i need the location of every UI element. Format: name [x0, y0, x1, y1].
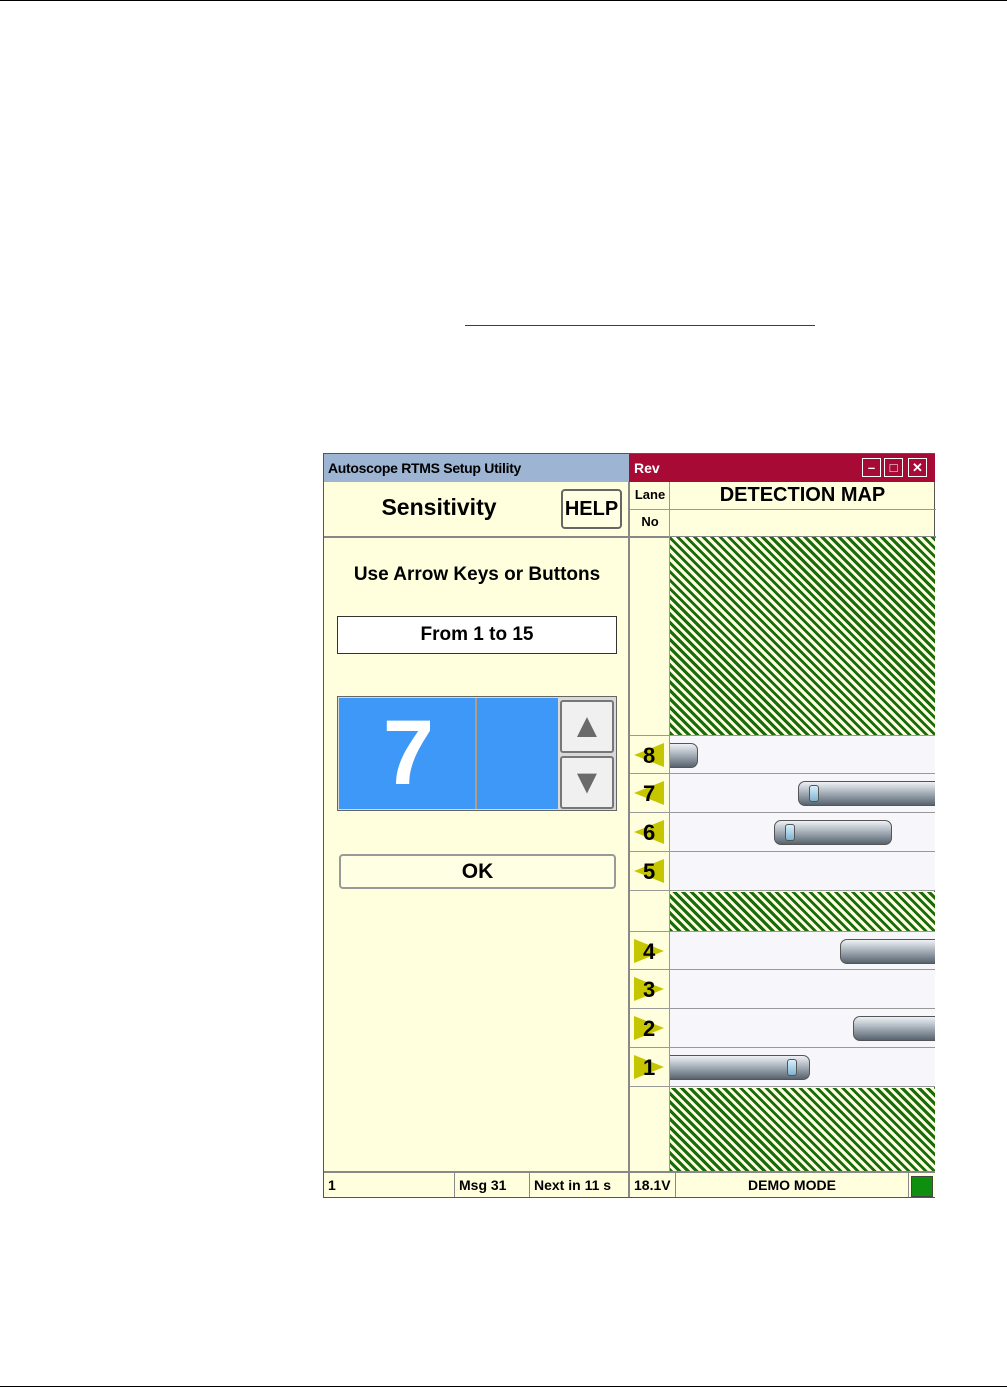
no-header: No	[641, 514, 659, 529]
arrow-down-icon: ▼	[570, 763, 604, 801]
vehicle-icon	[798, 781, 935, 806]
status-message: Msg 31	[455, 1173, 530, 1197]
lane-number: 3	[643, 977, 656, 1002]
lane-number: 7	[643, 781, 656, 806]
lane-row-5	[670, 852, 935, 891]
decrement-button[interactable]: ▼	[560, 756, 614, 809]
page-bottom-rule	[0, 1386, 1007, 1387]
lane-row-2	[670, 1009, 935, 1048]
status-bar: 1 Msg 31 Next in 11 s 18.1V DEMO MODE	[324, 1171, 935, 1197]
hyperlink-underline[interactable]	[465, 325, 815, 326]
hatched-zone-bottom	[670, 1088, 935, 1172]
page-top-rule	[0, 0, 1007, 1]
panel-title: Sensitivity	[381, 494, 497, 520]
status-mode: DEMO MODE	[676, 1173, 909, 1197]
lane-marker-4[interactable]: 4	[630, 931, 670, 970]
lane-marker-7[interactable]: 7	[630, 774, 670, 813]
detection-map-title: DETECTION MAP	[719, 484, 886, 506]
lane-header: Lane	[634, 487, 666, 502]
ok-button[interactable]: OK	[339, 854, 616, 889]
lane-marker-1[interactable]: 1	[630, 1048, 670, 1087]
lane-marker-6[interactable]: 6	[630, 813, 670, 852]
help-button[interactable]: HELP	[561, 489, 622, 529]
lane-row-1	[670, 1048, 935, 1087]
lane-number: 1	[643, 1055, 656, 1080]
range-label: From 1 to 15	[337, 616, 617, 654]
app-title: Autoscope RTMS Setup Utility	[324, 454, 629, 482]
map-header-divider	[630, 509, 936, 510]
instruction-text: Use Arrow Keys or Buttons	[353, 564, 601, 585]
lane-marker-8[interactable]: 8	[630, 735, 670, 774]
sensitivity-value: 7	[382, 702, 435, 804]
maximize-button[interactable]: □	[884, 458, 903, 477]
status-voltage: 18.1V	[630, 1173, 676, 1197]
status-led	[911, 1176, 933, 1197]
lane-marker-5[interactable]: 5	[630, 852, 670, 891]
vehicle-icon	[670, 1055, 810, 1080]
lane-row-8	[670, 735, 935, 774]
minimize-button[interactable]: –	[862, 458, 881, 477]
rtms-setup-window: Autoscope RTMS Setup Utility Rev – □ ✕ S…	[323, 453, 936, 1198]
lane-number: 2	[643, 1016, 656, 1041]
windshield-icon	[809, 785, 819, 802]
lane-number: 6	[643, 820, 656, 845]
lane-number: 4	[643, 939, 656, 964]
lane-row-6	[670, 813, 935, 852]
header-separator	[324, 536, 630, 538]
lane-row-4	[670, 931, 935, 970]
hatched-zone-top	[670, 537, 935, 735]
vehicle-icon	[853, 1016, 935, 1041]
windshield-icon	[787, 1059, 797, 1076]
lane-row-3	[670, 970, 935, 1009]
lane-marker-3[interactable]: 3	[630, 970, 670, 1009]
vehicle-icon	[840, 939, 935, 964]
close-button[interactable]: ✕	[908, 458, 927, 477]
detection-map	[670, 537, 935, 1172]
arrow-up-icon: ▲	[570, 707, 604, 745]
status-sensor: 1	[324, 1173, 455, 1197]
increment-button[interactable]: ▲	[560, 700, 614, 753]
vehicle-icon	[670, 743, 698, 768]
hatched-zone-median	[670, 892, 935, 932]
status-next: Next in 11 s	[530, 1173, 630, 1197]
windshield-icon	[785, 824, 795, 841]
lane-number: 5	[643, 859, 656, 884]
lane-marker-2[interactable]: 2	[630, 1009, 670, 1048]
lane-row-7	[670, 774, 935, 813]
lane-number: 8	[643, 743, 656, 768]
vehicle-icon	[774, 820, 892, 845]
